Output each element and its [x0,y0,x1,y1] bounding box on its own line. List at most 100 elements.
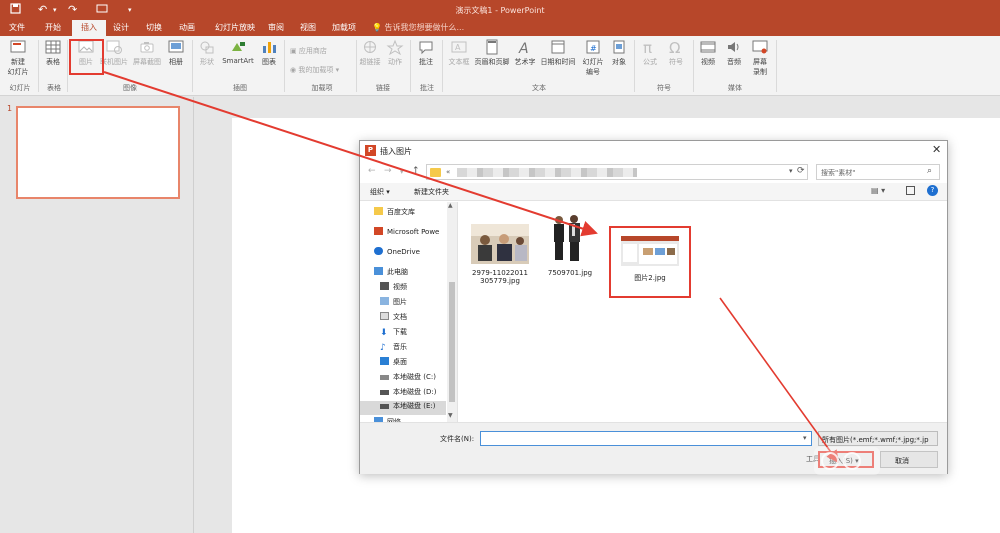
file-item-selected[interactable]: 图片2.jpg [609,226,691,298]
tab-addins[interactable]: 加载项 [329,20,359,36]
up-icon[interactable]: ↑ [412,166,420,176]
insert-button[interactable]: 插入(S) ▾ [818,451,874,468]
symbol-button[interactable]: Ω 符号 [664,39,688,67]
nav-item-label: 本地磁盘 (C:) [393,373,436,381]
screenshot-button[interactable]: 屏幕截图 [130,39,164,67]
slide-number-button[interactable]: # 幻灯片 编号 [579,39,607,77]
smartart-button[interactable]: SmartArt [220,39,256,65]
navigation-scrollbar[interactable]: ▲ ▼ [447,202,457,422]
filetype-select[interactable]: 所有图片(*.emf;*.wmf;*.jpg;*.jp [818,431,938,446]
action-button[interactable]: 动作 [384,39,406,67]
help-icon[interactable]: ? [927,185,938,196]
star-icon [386,39,404,55]
group-links: 链接 [376,84,390,92]
new-slide-label: 新建 幻灯片 [7,58,29,76]
organize-button[interactable]: 组织 ▾ [370,187,390,197]
equation-button[interactable]: π 公式 [638,39,662,67]
close-icon[interactable]: ✕ [932,143,941,156]
tab-insert[interactable]: 插入 [72,20,106,36]
screen-recording-label: 屏幕 录制 [753,58,767,76]
nav-item-drive-d[interactable]: 本地磁盘 (D:) [380,387,436,401]
nav-item-baidu-wenku[interactable]: 百度文库 [374,207,415,221]
comment-button[interactable]: 批注 [414,39,438,67]
tab-slideshow[interactable]: 幻灯片放映 [207,20,263,36]
nav-item-music[interactable]: ♪ 音乐 [380,342,407,356]
nav-item-drive-c[interactable]: 本地磁盘 (C:) [380,372,436,386]
refresh-icon[interactable]: ⟳ [797,166,805,176]
separator [192,40,193,92]
action-label: 动作 [388,58,402,66]
tell-me-box[interactable]: 💡 告诉我您想要做什么... [372,20,464,36]
search-icon[interactable]: ⌕ [927,166,932,176]
table-button[interactable]: 表格 [42,39,64,67]
nav-item-downloads[interactable]: ⬇ 下载 [380,327,407,341]
tab-view[interactable]: 视图 [296,20,320,36]
cancel-button[interactable]: 取消 [880,451,938,468]
my-addins-button[interactable]: ◉ 我的加载项 ▾ [290,65,339,75]
forward-icon[interactable]: → [384,166,392,176]
chart-button[interactable]: 图表 [258,39,280,67]
comment-icon [419,41,433,55]
calendar-icon [551,40,565,54]
nav-item-videos[interactable]: 视频 [380,282,407,296]
recent-dropdown-icon[interactable]: ▾ [400,168,404,176]
video-folder-icon [380,282,389,290]
tab-home[interactable]: 开始 [38,20,68,36]
store-button[interactable]: ▣ 应用商店 [290,46,327,56]
tab-animations[interactable]: 动画 [174,20,200,36]
nav-item-label: 本地磁盘 (D:) [393,388,437,396]
folder-icon [430,168,441,177]
audio-button[interactable]: 音频 [723,39,745,67]
separator [442,40,443,92]
file-item[interactable]: 2979-11022011 305779.jpg [469,224,531,285]
chevron-down-icon[interactable]: ▾ [789,167,793,175]
address-bar[interactable]: « ▾ [426,164,808,180]
video-button[interactable]: 视频 [697,39,719,67]
slide-thumbnail[interactable] [16,106,180,199]
album-button[interactable]: 相册 [164,39,188,67]
chevron-down-icon: ▾ [333,66,340,74]
header-footer-button[interactable]: 页眉和页脚 [473,39,511,67]
nav-item-microsoft-powerpoint[interactable]: Microsoft Powe [374,227,439,241]
scroll-down-icon[interactable]: ▼ [448,412,453,419]
pi-icon: π [643,39,652,55]
tab-transitions[interactable]: 切换 [140,20,168,36]
filename-input[interactable]: ▾ [480,431,812,446]
textbox-label: 文本框 [448,58,470,66]
shapes-button[interactable]: 形状 [196,39,218,67]
scrollbar-thumb[interactable] [449,282,455,402]
wordart-button[interactable]: A 艺术字 [512,39,538,67]
tab-design[interactable]: 设计 [108,20,134,36]
download-icon: ⬇ [380,328,388,338]
datetime-button[interactable]: 日期和时间 [539,39,577,67]
tab-file[interactable]: 文件 [4,20,30,36]
object-button[interactable]: 对象 [608,39,630,67]
screen-recording-icon [752,40,768,54]
search-box[interactable]: 搜索"素材" ⌕ [816,164,940,180]
navigation-pane: 百度文库 Microsoft Powe OneDrive 此电脑 视频 图片 文… [360,202,458,422]
new-slide-button[interactable]: 新建 幻灯片 [4,39,32,77]
nav-item-onedrive[interactable]: OneDrive [374,247,420,261]
documents-folder-icon [380,312,389,320]
new-folder-button[interactable]: 新建文件夹 [414,187,449,197]
preview-pane-icon[interactable] [906,186,915,195]
screen-recording-button[interactable]: 屏幕 录制 [749,39,771,77]
scroll-up-icon[interactable]: ▲ [448,202,453,209]
nav-item-desktop[interactable]: 桌面 [380,357,407,371]
hyperlink-button[interactable]: 超链接 [358,39,382,67]
nav-item-documents[interactable]: 文档 [380,312,407,326]
tab-review[interactable]: 审阅 [266,20,286,36]
shapes-label: 形状 [200,58,214,66]
textbox-button[interactable]: A 文本框 [446,39,472,67]
store-label: 应用商店 [298,47,327,55]
dialog-nav-row: ← → ▾ ↑ « ▾ ⟳ 搜索"素材" ⌕ [360,161,947,183]
nav-item-this-pc[interactable]: 此电脑 [374,267,408,281]
view-options-icon[interactable]: ▤ ▾ [871,186,885,195]
chevron-down-icon[interactable]: ▾ [803,434,807,442]
file-item[interactable]: 7509701.jpg [539,210,601,277]
nav-item-drive-e[interactable]: 本地磁盘 (E:) [360,401,446,415]
separator [67,40,68,92]
header-footer-icon [486,39,498,55]
back-icon[interactable]: ← [368,166,376,176]
nav-item-pictures[interactable]: 图片 [380,297,407,311]
